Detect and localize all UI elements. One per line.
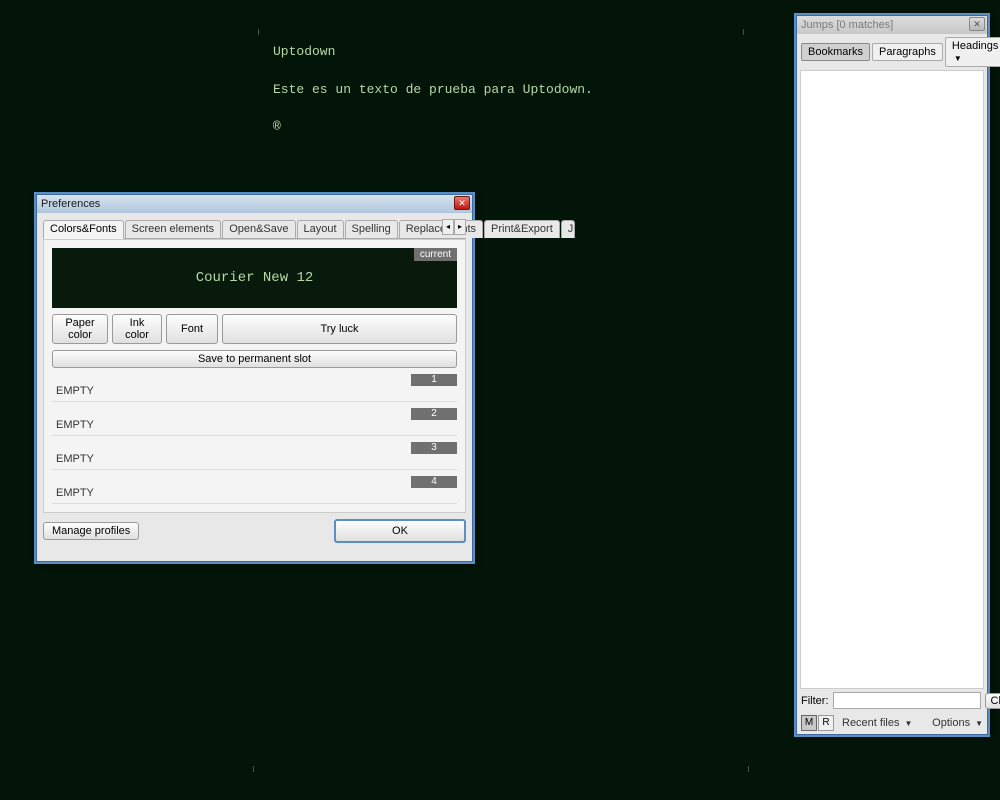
chevron-down-icon: ▼: [954, 54, 962, 63]
slot-label-3: EMPTY: [56, 453, 94, 465]
preferences-title: Preferences: [41, 198, 100, 210]
margin-mark-left-top: [258, 29, 259, 35]
colors-fonts-panel: current Courier New 12 Paper color Ink c…: [43, 239, 466, 513]
slot-3[interactable]: 3 EMPTY: [52, 444, 457, 470]
filter-input[interactable]: [833, 692, 981, 709]
editor-symbol[interactable]: ®: [273, 119, 281, 134]
slot-num-2: 2: [411, 408, 457, 420]
options-dropdown[interactable]: Options ▼: [932, 717, 983, 729]
segment-paragraphs[interactable]: Paragraphs: [872, 43, 943, 61]
jumps-filter-row: Filter: Clear: [797, 689, 987, 712]
close-icon[interactable]: ✕: [969, 17, 985, 31]
slot-1[interactable]: 1 EMPTY: [52, 376, 457, 402]
color-font-button-row: Paper color Ink color Font Try luck: [52, 314, 457, 344]
toggle-m[interactable]: M: [801, 715, 817, 731]
ok-button[interactable]: OK: [334, 519, 466, 543]
tab-scroll-right-icon[interactable]: ▸: [454, 219, 466, 235]
jumps-segment-row: Bookmarks Paragraphs Headings ▼: [797, 34, 987, 70]
tab-colors-fonts[interactable]: Colors&Fonts: [43, 220, 124, 239]
segment-bookmarks[interactable]: Bookmarks: [801, 43, 870, 61]
options-label: Options: [932, 717, 970, 729]
tab-replacements[interactable]: Replacements: [399, 220, 483, 238]
recent-files-label: Recent files: [842, 717, 899, 729]
recent-files-dropdown[interactable]: Recent files ▼: [842, 717, 912, 729]
save-to-slot-button[interactable]: Save to permanent slot: [52, 350, 457, 368]
tab-layout[interactable]: Layout: [297, 220, 344, 238]
tab-spelling[interactable]: Spelling: [345, 220, 398, 238]
close-icon[interactable]: ✕: [454, 196, 470, 210]
tab-screen-elements[interactable]: Screen elements: [125, 220, 222, 238]
font-preview: current Courier New 12: [52, 248, 457, 308]
margin-mark-right-bottom: [748, 766, 749, 772]
font-preview-text: Courier New 12: [196, 270, 314, 286]
slot-2[interactable]: 2 EMPTY: [52, 410, 457, 436]
tab-scroll-controls: ◂ ▸: [442, 219, 466, 235]
preferences-bottom-row: Manage profiles OK: [43, 519, 466, 543]
preferences-titlebar[interactable]: Preferences ✕: [37, 195, 472, 213]
tab-open-save[interactable]: Open&Save: [222, 220, 295, 238]
preferences-dialog: Preferences ✕ Colors&Fonts Screen elemen…: [36, 194, 473, 562]
slot-num-3: 3: [411, 442, 457, 454]
editor-line-1[interactable]: Uptodown: [273, 44, 335, 59]
jumps-titlebar[interactable]: Jumps [0 matches] ✕: [797, 16, 987, 34]
segment-headings-label: Headings: [952, 40, 998, 52]
segment-headings[interactable]: Headings ▼: [945, 37, 1000, 67]
clear-button[interactable]: Clear: [985, 693, 1000, 709]
jumps-panel: Jumps [0 matches] ✕ Bookmarks Paragraphs…: [796, 15, 988, 735]
margin-mark-left-bottom: [253, 766, 254, 772]
slot-label-4: EMPTY: [56, 487, 94, 499]
try-luck-button[interactable]: Try luck: [222, 314, 457, 344]
paper-color-button[interactable]: Paper color: [52, 314, 108, 344]
tab-print-export[interactable]: Print&Export: [484, 220, 560, 238]
slot-num-1: 1: [411, 374, 457, 386]
margin-mark-right-top: [743, 29, 744, 35]
tab-scroll-left-icon[interactable]: ◂: [442, 219, 454, 235]
preferences-tabstrip: Colors&Fonts Screen elements Open&Save L…: [43, 219, 466, 239]
slot-label-2: EMPTY: [56, 419, 94, 431]
jumps-footer: M R Recent files ▼ Options ▼: [797, 712, 987, 734]
jumps-title: Jumps [0 matches]: [801, 19, 893, 31]
filter-label: Filter:: [801, 695, 829, 707]
mr-toggle-group: M R: [801, 715, 834, 731]
tab-jump[interactable]: Jump: [561, 220, 575, 238]
slot-label-1: EMPTY: [56, 385, 94, 397]
font-button[interactable]: Font: [166, 314, 218, 344]
manage-profiles-button[interactable]: Manage profiles: [43, 522, 139, 540]
jumps-list[interactable]: [800, 70, 984, 689]
editor-line-2[interactable]: Este es un texto de prueba para Uptodown…: [273, 82, 593, 97]
slot-num-4: 4: [411, 476, 457, 488]
slot-4[interactable]: 4 EMPTY: [52, 478, 457, 504]
chevron-down-icon: ▼: [975, 719, 983, 728]
current-badge: current: [414, 248, 457, 261]
toggle-r[interactable]: R: [818, 715, 834, 731]
chevron-down-icon: ▼: [904, 719, 912, 728]
ink-color-button[interactable]: Ink color: [112, 314, 162, 344]
